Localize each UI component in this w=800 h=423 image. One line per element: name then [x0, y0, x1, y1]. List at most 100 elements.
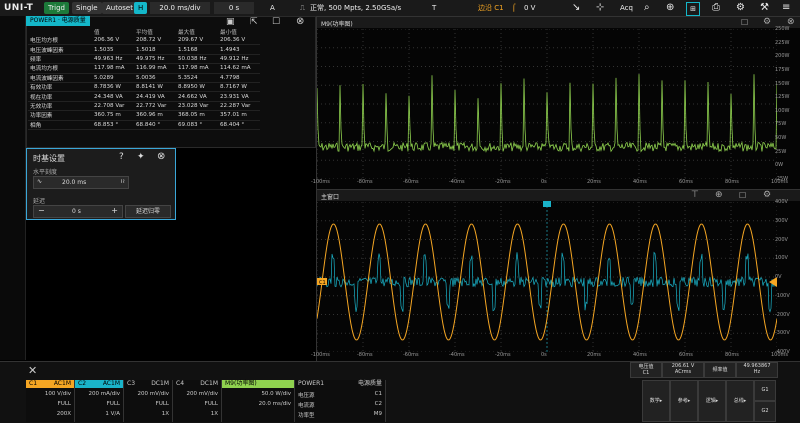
maximize-icon[interactable]: ☐ — [272, 17, 280, 27]
cursor-icon[interactable]: ⊤ — [691, 190, 699, 200]
timebase-dialog: 时基设置 ? ✦ ⊗ 水平刻度 ∿ 20.0 ms ≀≀ 延迟 − 0 s + … — [26, 148, 176, 220]
zoom-icon[interactable]: ⊕ — [715, 190, 723, 200]
pin-icon[interactable]: ✦ — [137, 152, 145, 162]
math-button[interactable]: 数学▸ — [642, 380, 670, 422]
measurement-value: 117.98 mA — [176, 63, 218, 74]
measurement-value: 117.98 mA — [92, 63, 134, 74]
settings-icon[interactable]: ⚙ — [736, 2, 745, 14]
slow-icon[interactable]: ∿ — [37, 178, 42, 185]
measurement-value: 5.0036 — [134, 73, 176, 83]
channel-c1[interactable]: C1 AC1M 100 V/div FULL 200X — [26, 380, 75, 422]
save-icon[interactable]: ▣ — [226, 17, 235, 27]
trigger-edge[interactable]: 边沿 C1 — [478, 2, 504, 14]
measurement-name: 视在功率 — [28, 91, 92, 102]
delay-value[interactable]: 0 s — [72, 208, 81, 215]
horizontal-scale-label: 水平刻度 — [33, 169, 58, 176]
main-waveform-window[interactable]: 主窗口 ⊤ ⊕ ☐ ⚙ C1 400V 300V 200V 100V 0V -100V -2… — [311, 189, 800, 363]
measurement-value: 68.853 ° — [92, 120, 134, 130]
axis-tick: -40ms — [449, 179, 465, 185]
table-row: 电压波峰因素 1.5035 1.5018 1.5168 1.4943 — [28, 44, 260, 55]
logic-button[interactable]: 逻辑▸ — [698, 380, 726, 422]
tools-icon[interactable]: ✕ — [28, 364, 37, 377]
axis-tick: -40ms — [449, 352, 465, 358]
y-axis: 250W 225W 200W 175W 150W 125W 100W 75W 50W 25W 0W -… — [773, 26, 800, 182]
channel-header: M9(功率图) — [222, 380, 294, 388]
channel-c4[interactable]: C4 DC1M 200 mV/div FULL 1X — [173, 380, 222, 422]
g2-button[interactable]: G2 — [754, 401, 776, 422]
axis-tick: -20ms — [495, 352, 511, 358]
trigger-position-marker[interactable] — [543, 201, 551, 207]
measurement-value: 24.348 VA — [92, 91, 134, 102]
horizontal-scale-control[interactable]: ∿ 20.0 ms ≀≀ — [33, 176, 129, 189]
tools-icon[interactable]: ⚒ — [760, 2, 769, 14]
horizontal-scale-value[interactable]: 20.0 ms — [62, 179, 86, 186]
voltage-readout-value: 206.61 V ACrms — [662, 362, 704, 378]
rising-edge-icon: ⌠ — [512, 4, 516, 12]
horizontal-button[interactable]: H — [134, 2, 148, 14]
export-icon[interactable]: ⇱ — [250, 17, 258, 27]
channel-c2[interactable]: C2 AC1M 200 mA/div FULL 1 V/A — [75, 380, 124, 422]
delay-control[interactable]: − 0 s + — [33, 205, 123, 218]
maximize-icon[interactable]: ☐ — [739, 191, 746, 200]
axis-tick: 100V — [775, 255, 788, 262]
axis-tick: 400V — [775, 199, 788, 205]
measurement-value: 1.5018 — [134, 44, 176, 55]
power-row-value: C1 — [374, 391, 382, 397]
settings-icon[interactable]: ⚙ — [763, 190, 771, 200]
help-icon[interactable]: ? — [119, 152, 124, 162]
axis-tick: 25W — [775, 148, 787, 155]
measurement-value: 8.7167 W — [218, 82, 260, 93]
settings-icon[interactable]: ⚙ — [763, 17, 771, 27]
timebase-readout[interactable]: 20.0 ms/div — [150, 2, 210, 14]
axis-tick: 175W — [775, 66, 790, 73]
trigger-level[interactable]: 0 V — [524, 2, 535, 14]
close-icon[interactable]: ⊗ — [296, 16, 304, 27]
math-power-window[interactable]: M9(功率图) ☐ ⚙ ⊗ 250W 225W 200W 175W 150W 125W 10… — [311, 16, 800, 190]
reset-delay-button[interactable]: 延迟归零 — [125, 205, 171, 218]
dialog-close-icon[interactable]: ⊗ — [157, 151, 165, 162]
menu-icon[interactable]: ≡ — [782, 2, 790, 14]
power-row-value: C2 — [374, 401, 382, 407]
plus-icon[interactable]: + — [111, 206, 118, 215]
g1-button[interactable]: G1 — [754, 380, 776, 401]
channel-bandwidth: FULL — [57, 401, 71, 407]
axis-tick: 150W — [775, 80, 790, 87]
axis-tick: 225W — [775, 39, 790, 46]
measurement-name: 功率因素 — [28, 110, 92, 121]
measurement-value: 360.75 m — [92, 110, 134, 121]
measurement-name: 频率 — [28, 54, 92, 65]
axis-tick: -80ms — [357, 352, 373, 358]
axis-tick: 100ms — [771, 352, 789, 358]
measurement-name: 电压波峰因素 — [28, 44, 92, 55]
measurement-value: 1.5168 — [176, 44, 218, 55]
acq-button[interactable]: Acq — [620, 2, 633, 14]
bus-button[interactable]: 总线▸ — [726, 380, 754, 422]
measure-icon[interactable]: ⊹ — [596, 2, 604, 14]
delay-readout[interactable]: 0 s — [214, 2, 254, 14]
single-button[interactable]: Single — [72, 2, 102, 14]
power-panel-tab[interactable]: POWER1 · 电源质量 — [26, 16, 90, 26]
minus-icon[interactable]: − — [38, 206, 45, 215]
reference-button[interactable]: 参考▸ — [670, 380, 698, 422]
channel-bandwidth: FULL — [106, 401, 120, 407]
power-channel[interactable]: POWER1 电源质量 电压源 C1 电流源 C2 功率型 M9 — [295, 380, 386, 422]
table-row: 功率因素 360.75 m 360.96 m 368.05 m 357.01 m — [28, 110, 260, 121]
axis-tick: 200V — [775, 236, 788, 243]
search-icon[interactable]: ⌕ — [644, 2, 650, 14]
autoset-button[interactable]: Autoset — [102, 2, 137, 14]
measurement-value: 49.912 Hz — [218, 54, 260, 65]
print-icon[interactable]: ⎙ — [712, 2, 720, 14]
channel-c3[interactable]: C3 DC1M 200 mV/div FULL 1X — [124, 380, 173, 422]
math-channel-m9[interactable]: M9(功率图) 50.0 W/div 20.0 ms/div — [222, 380, 295, 422]
zoom-icon[interactable]: ⊕ — [666, 2, 674, 14]
maximize-icon[interactable]: ☐ — [741, 18, 748, 27]
channel-probe: 1 V/A — [105, 411, 120, 417]
measurement-value: 357.01 m — [218, 110, 260, 121]
cursor-icon[interactable]: ↘ — [572, 2, 580, 14]
table-row: 电流波峰因素 5.0289 5.0036 5.3524 4.7798 — [28, 73, 260, 83]
fast-icon[interactable]: ≀≀ — [121, 178, 126, 185]
axis-tick: 100W — [775, 107, 790, 114]
layout-icon[interactable]: ⊞ — [686, 2, 700, 16]
x-axis: -100ms -80ms -60ms -40ms -20ms 0s 20ms 40ms 60ms… — [311, 179, 788, 187]
pulse-icon: ⎍ — [300, 4, 305, 12]
